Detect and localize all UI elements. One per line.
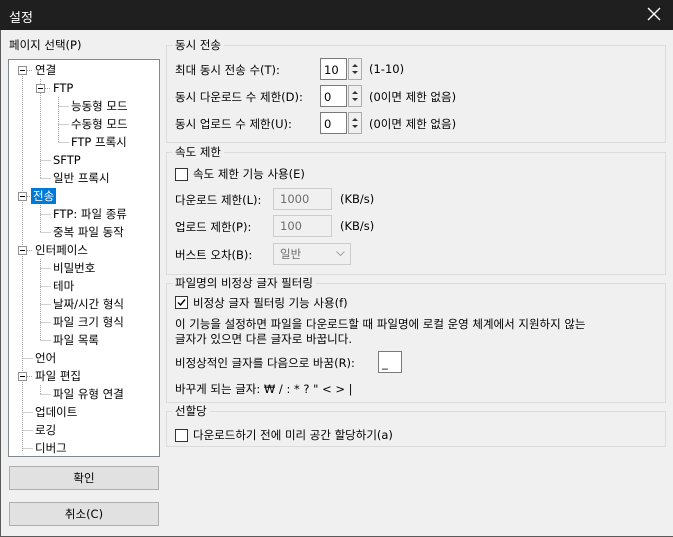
page-tree[interactable]: 연결 FTP 능동형 모드 수동형 모드 FTP 프록시 SFTP 일반 프록시…: [8, 59, 160, 457]
upload-speed-label: 업로드 제한(P):: [175, 220, 252, 234]
tree-item-generic-proxy[interactable]: 일반 프록시: [51, 170, 112, 186]
collapse-icon[interactable]: [36, 84, 45, 93]
tree-item-interface[interactable]: 인터페이스: [33, 242, 90, 258]
upload-limit-input[interactable]: 0: [320, 112, 347, 134]
close-icon[interactable]: [645, 5, 663, 23]
collapse-icon[interactable]: [18, 246, 27, 255]
tree-item-filesize-format[interactable]: 파일 크기 형식: [51, 314, 126, 330]
download-speed-label: 다운로드 제한(L):: [175, 193, 262, 207]
preallocate-checkbox-label: 다운로드하기 전에 미리 공간 할당하기(a): [193, 428, 393, 442]
tree-item-ftp-proxy[interactable]: FTP 프록시: [69, 134, 129, 150]
tree-item-file-exists-action[interactable]: 중복 파일 동작: [51, 224, 126, 240]
tree-item-filetype-associations[interactable]: 파일 유형 연결: [51, 386, 126, 402]
tree-item-file-lists[interactable]: 파일 목록: [51, 332, 101, 348]
concurrent-transfers-title: 동시 전송: [172, 37, 224, 53]
tree-item-debug[interactable]: 디버그: [33, 440, 69, 456]
spin-arrows-icon: [352, 91, 358, 101]
collapse-icon[interactable]: [18, 66, 27, 75]
tree-item-transfers[interactable]: 전송: [31, 188, 57, 204]
speed-limits-title: 속도 제한: [172, 144, 224, 160]
download-limit-label: 동시 다운로드 수 제한(D):: [175, 90, 303, 104]
download-speed-input[interactable]: 1000: [273, 188, 332, 210]
filtered-chars-label: 바꾸게 되는 글자: ₩ / : * ? " < > |: [175, 382, 353, 396]
preallocation-title: 선할당: [172, 403, 210, 419]
tree-item-active-mode[interactable]: 능동형 모드: [69, 98, 130, 114]
tree-item-logging[interactable]: 로깅: [33, 422, 58, 438]
tree-item-sftp[interactable]: SFTP: [51, 152, 83, 168]
download-limit-input[interactable]: 0: [320, 85, 347, 107]
burst-tolerance-value: 일반: [280, 247, 302, 261]
download-limit-stepper[interactable]: [348, 85, 362, 107]
download-speed-unit: (KB/s): [340, 192, 375, 206]
upload-speed-unit: (KB/s): [340, 219, 375, 233]
window-title: 설정: [9, 11, 33, 26]
speed-limit-checkbox-label: 속도 제한 기능 사용(E): [193, 167, 305, 181]
tree-item-updates[interactable]: 업데이트: [33, 404, 79, 420]
upload-limit-hint: (0이면 제한 없음): [369, 117, 457, 131]
tree-item-language[interactable]: 언어: [33, 350, 58, 366]
burst-tolerance-label: 버스트 오차(B):: [175, 248, 253, 262]
upload-limit-label: 동시 업로드 수 제한(U):: [175, 117, 292, 131]
title-bar: 설정: [0, 0, 673, 30]
tree-item-ftp[interactable]: FTP: [51, 80, 75, 96]
max-transfers-input[interactable]: 10: [320, 58, 347, 80]
tree-item-date-time-format[interactable]: 날짜/시간 형식: [51, 296, 126, 312]
filter-description-line1: 이 기능을 설정하면 파일을 다운로드할 때 파일명에 로컬 운영 체계에서 지…: [175, 317, 586, 331]
ok-button[interactable]: 확인: [9, 466, 159, 490]
replace-char-label: 비정상적인 글자를 다음으로 바꿈(R):: [175, 356, 355, 370]
filter-checkbox[interactable]: [175, 296, 188, 309]
upload-limit-stepper[interactable]: [348, 112, 362, 134]
chevron-down-icon: [336, 251, 345, 257]
spin-arrows-icon: [352, 118, 358, 128]
tree-item-file-editing[interactable]: 파일 편집: [33, 368, 83, 384]
collapse-icon[interactable]: [18, 192, 27, 201]
collapse-icon[interactable]: [18, 372, 27, 381]
max-transfers-hint: (1-10): [369, 62, 405, 76]
upload-speed-input[interactable]: 100: [273, 215, 332, 237]
filename-filter-title: 파일명의 비정상 글자 필터링: [172, 275, 316, 291]
filter-description-line2: 글자가 있으면 다른 글자로 바꿉니다.: [175, 332, 352, 346]
tree-item-passive-mode[interactable]: 수동형 모드: [69, 116, 130, 132]
spin-arrows-icon: [352, 64, 358, 74]
tree-item-connection[interactable]: 연결: [33, 62, 58, 78]
cancel-button[interactable]: 취소(C): [9, 502, 159, 526]
max-transfers-label: 최대 동시 전송 수(T):: [175, 63, 280, 77]
filter-checkbox-label: 비정상 글자 필터링 기능 사용(f): [193, 296, 348, 310]
preallocate-checkbox[interactable]: [175, 429, 188, 442]
download-limit-hint: (0이면 제한 없음): [369, 90, 457, 104]
max-transfers-stepper[interactable]: [348, 58, 362, 80]
speed-limit-checkbox[interactable]: [175, 168, 188, 181]
tree-item-file-types[interactable]: FTP: 파일 종류: [51, 206, 129, 222]
tree-item-themes[interactable]: 테마: [51, 278, 76, 294]
page-select-label: 페이지 선택(P): [9, 38, 82, 52]
checkmark-icon: [177, 299, 186, 307]
replace-char-input[interactable]: _: [378, 351, 402, 373]
burst-tolerance-select[interactable]: 일반: [273, 243, 351, 265]
tree-item-passwords[interactable]: 비밀번호: [51, 260, 97, 276]
